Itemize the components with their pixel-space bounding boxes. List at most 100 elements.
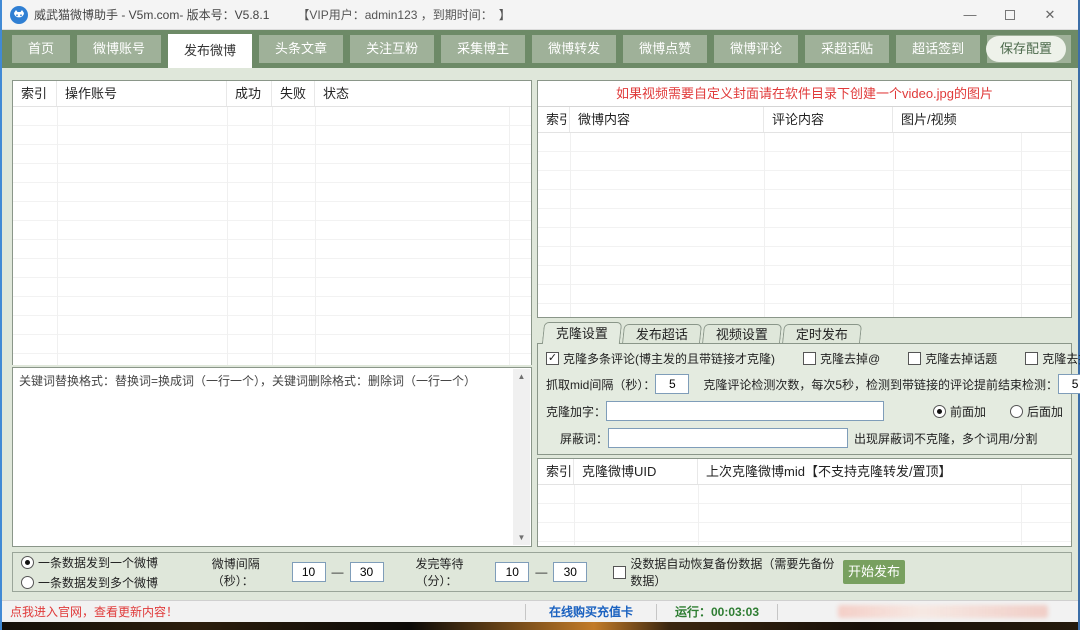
restore-backup-label: 没数据自动恢复备份数据（需要先备份数据）	[630, 555, 843, 589]
statusbar-right-section	[778, 601, 1078, 622]
dash: —	[535, 565, 547, 579]
save-config-button[interactable]: 保存配置	[986, 36, 1066, 62]
scroll-down-icon[interactable]: ▼	[518, 530, 526, 545]
accounts-table: 索引 操作账号 成功 失败 状态	[12, 80, 532, 365]
detect-count-label: 克隆评论检测次数，每次5秒，检测到带链接的评论提前结束检测：	[703, 376, 1058, 393]
column-divider	[574, 485, 575, 545]
tab-supertopic-checkin[interactable]: 超话签到	[896, 35, 980, 63]
maximize-icon	[1005, 10, 1015, 20]
tab-follow-mutual[interactable]: 关注互粉	[350, 35, 434, 63]
col-last-mid: 上次克隆微博mid【不支持克隆转发/置顶】	[698, 459, 1071, 484]
column-divider	[315, 107, 316, 365]
tab-collect-supertopic[interactable]: 采超话贴	[805, 35, 889, 63]
wait-from-input[interactable]	[495, 562, 529, 582]
tab-publish-supertopic[interactable]: 发布超话	[622, 324, 702, 344]
official-site-link[interactable]: 点我进入官网，查看更新内容！	[2, 603, 525, 620]
tab-scheduled-publish[interactable]: 定时发布	[782, 324, 862, 344]
content-table-panel: 如果视频需要自定义封面请在软件目录下创建一个video.jpg的图片 索引 微博…	[537, 80, 1072, 318]
content-table-header: 索引 微博内容 评论内容 图片/视频	[538, 107, 1071, 133]
col-success: 成功	[227, 81, 272, 106]
dash: —	[332, 565, 344, 579]
vip-info: 【VIP用户：admin123 ，到期时间： 】	[297, 6, 510, 23]
tab-collect-bloggers[interactable]: 采集博主	[441, 35, 525, 63]
maximize-button[interactable]	[990, 2, 1030, 28]
mid-interval-input[interactable]	[655, 374, 689, 394]
runtime-status: 运行：00:03:03	[657, 603, 777, 620]
mid-interval-label: 抓取mid间隔（秒）：	[546, 376, 655, 393]
blockword-hint: 出现屏蔽词不克隆，多个词用/分割	[854, 430, 1037, 447]
one-data-one-weibo-label: 一条数据发到一个微博	[38, 554, 158, 571]
clone-uid-table: 索引 克隆微博UID 上次克隆微博mid【不支持克隆转发/置顶】	[537, 458, 1072, 547]
keywords-textarea[interactable]: 关键词替换格式：替换词=换成词（一行一个），关键词删除格式：删除词（一行一个） …	[12, 367, 532, 547]
column-divider	[893, 133, 894, 317]
clone-remove-at-checkbox[interactable]	[803, 352, 816, 365]
detect-count-input[interactable]	[1058, 374, 1080, 394]
restore-backup-checkbox[interactable]	[613, 566, 626, 579]
blockword-label: 屏蔽词：	[560, 430, 608, 447]
column-divider	[227, 107, 228, 365]
tab-video-settings[interactable]: 视频设置	[702, 324, 782, 344]
settings-tabstrip: 克隆设置 发布超话 视频设置 定时发布	[537, 322, 1072, 344]
column-divider	[509, 107, 510, 365]
clone-multi-comments-checkbox[interactable]	[546, 352, 559, 365]
col-fail: 失败	[272, 81, 315, 106]
weibo-interval-from-input[interactable]	[292, 562, 326, 582]
video-cover-notice: 如果视频需要自定义封面请在软件目录下创建一个video.jpg的图片	[538, 81, 1071, 107]
column-divider	[698, 485, 699, 545]
tab-weibo-comment[interactable]: 微博评论	[714, 35, 798, 63]
publish-options-groupbox: 一条数据发到一个微博 一条数据发到多个微博 微博间隔（秒）： — 发完等待（分）…	[12, 552, 1072, 592]
col-index: 索引	[538, 459, 574, 484]
tab-weibo-accounts[interactable]: 微博账号	[77, 35, 161, 63]
one-data-many-weibo-label: 一条数据发到多个微博	[38, 574, 158, 591]
window-controls: — ✕	[950, 2, 1070, 28]
window-title: 威武猫微博助手 - V5m.com- 版本号：V5.8.1	[34, 6, 269, 23]
clone-addtext-input[interactable]	[606, 401, 884, 421]
col-status: 状态	[315, 81, 531, 106]
column-divider	[1021, 485, 1022, 545]
scroll-up-icon[interactable]: ▲	[518, 369, 526, 384]
prepend-radio-label: 前面加	[950, 403, 986, 420]
col-clone-uid: 克隆微博UID	[574, 459, 698, 484]
clone-addtext-label: 克隆加字：	[546, 403, 606, 420]
column-divider	[57, 107, 58, 365]
send-mode-radios: 一条数据发到一个微博 一条数据发到多个微博	[21, 554, 194, 591]
accounts-table-body	[13, 107, 531, 365]
col-index: 索引	[538, 107, 570, 132]
clone-settings-page: 克隆多条评论(博主发的且带链接才克隆) 克隆去掉@ 克隆去掉话题 克隆去掉图片 …	[537, 343, 1072, 455]
tab-weibo-repost[interactable]: 微博转发	[532, 35, 616, 63]
close-button[interactable]: ✕	[1030, 2, 1070, 28]
clone-remove-image-checkbox[interactable]	[1025, 352, 1038, 365]
tab-toutiao-articles[interactable]: 头条文章	[259, 35, 343, 63]
wait-after-label: 发完等待（分）：	[416, 555, 496, 589]
start-publish-button[interactable]: 开始发布	[843, 560, 905, 584]
col-weibo-content: 微博内容	[570, 107, 764, 132]
column-divider	[764, 133, 765, 317]
col-media: 图片/视频	[893, 107, 1071, 132]
clone-remove-topic-checkbox[interactable]	[908, 352, 921, 365]
buy-card-link[interactable]: 在线购买充值卡	[526, 603, 656, 620]
col-comment-content: 评论内容	[764, 107, 893, 132]
content-table-body	[538, 133, 1071, 317]
accounts-table-header: 索引 操作账号 成功 失败 状态	[13, 81, 531, 107]
wait-to-input[interactable]	[553, 562, 587, 582]
weibo-interval-to-input[interactable]	[350, 562, 384, 582]
tab-clone-settings[interactable]: 克隆设置	[542, 322, 622, 344]
one-data-many-weibo-radio[interactable]	[21, 576, 34, 589]
minimize-button[interactable]: —	[950, 2, 990, 28]
col-account: 操作账号	[57, 81, 227, 106]
prepend-radio[interactable]	[933, 405, 946, 418]
tab-publish-weibo[interactable]: 发布微博	[168, 34, 252, 68]
append-radio[interactable]	[1010, 405, 1023, 418]
keywords-scrollbar[interactable]: ▲ ▼	[513, 369, 530, 545]
clone-table-header: 索引 克隆微博UID 上次克隆微博mid【不支持克隆转发/置顶】	[538, 459, 1071, 485]
clone-remove-at-label: 克隆去掉@	[820, 350, 880, 367]
statusbar: 点我进入官网，查看更新内容！ 在线购买充值卡 运行：00:03:03	[2, 600, 1078, 622]
blockword-input[interactable]	[608, 428, 848, 448]
keywords-hint-text: 关键词替换格式：替换词=换成词（一行一个），关键词删除格式：删除词（一行一个）	[19, 373, 507, 390]
column-divider	[272, 107, 273, 365]
clone-remove-image-label: 克隆去掉图片	[1042, 350, 1080, 367]
one-data-one-weibo-radio[interactable]	[21, 556, 34, 569]
column-divider	[1021, 133, 1022, 317]
tab-weibo-like[interactable]: 微博点赞	[623, 35, 707, 63]
tab-home[interactable]: 首页	[12, 35, 70, 63]
